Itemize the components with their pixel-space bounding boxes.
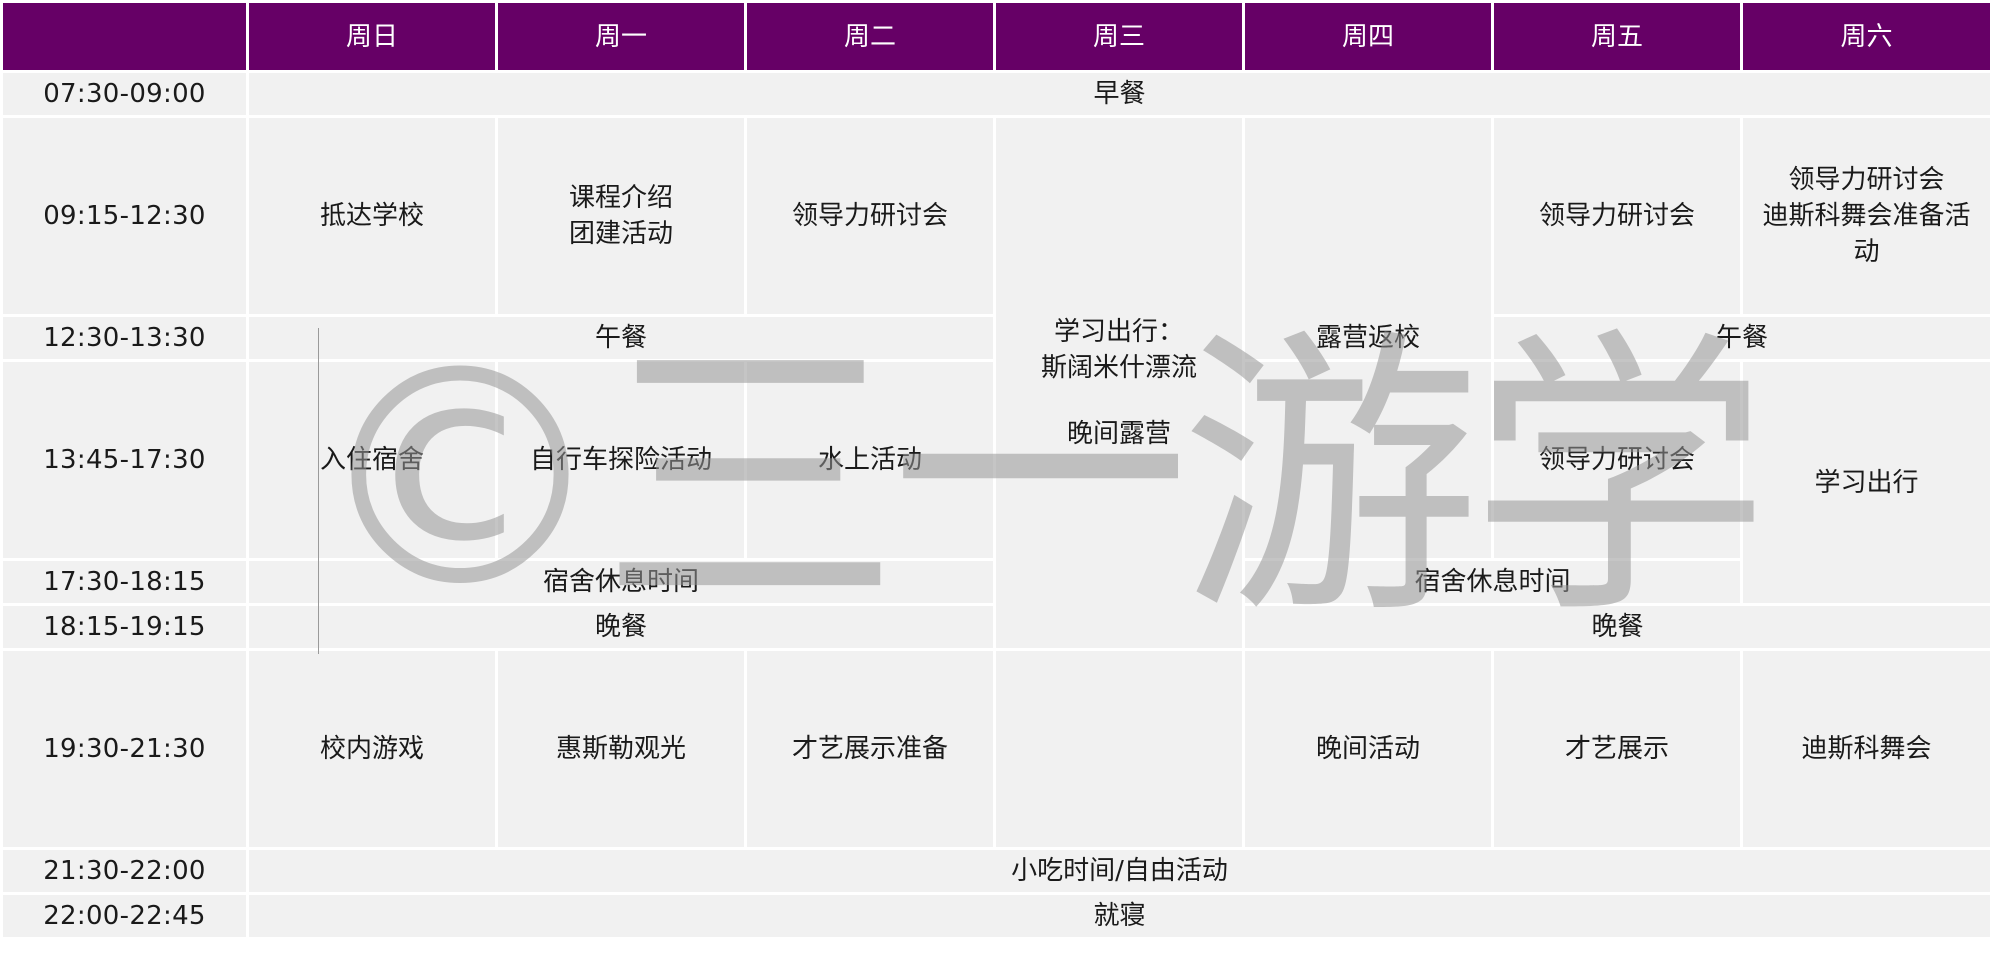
snack-cell: 小吃时间/自由活动 xyxy=(246,847,1990,895)
thursday-return-cell: 露营返校 xyxy=(1242,115,1494,362)
header-wednesday: 周三 xyxy=(993,0,1245,73)
time-cell: 17:30-18:15 xyxy=(0,558,249,606)
tuesday-morning-cell: 领导力研讨会 xyxy=(744,115,996,317)
wednesday-trip-cell: 学习出行： 斯阔米什漂流 晚间露营 xyxy=(993,115,1245,651)
row-breakfast: 07:30-09:00 早餐 xyxy=(0,70,1990,118)
wednesday-trip-line-2: 斯阔米什漂流 xyxy=(1040,353,1197,383)
saturday-evening-cell: 迪斯科舞会 xyxy=(1740,648,1990,850)
row-evening: 19:30-21:30 校内游戏 惠斯勒观光 才艺展示准备 晚间活动 才艺展示 … xyxy=(0,648,1990,850)
schedule-table: 周日 周一 周二 周三 周四 周五 周六 07:30-09:00 早餐 09:1… xyxy=(0,0,1990,940)
header-sunday: 周日 xyxy=(246,0,498,73)
saturday-morning-line-2: 迪斯科舞会准备活 xyxy=(1762,201,1971,231)
header-monday: 周一 xyxy=(495,0,747,73)
dinner-left-cell: 晚餐 xyxy=(246,603,996,651)
saturday-morning-cell: 领导力研讨会 迪斯科舞会准备活 动 xyxy=(1740,115,1990,317)
monday-morning-line-1: 课程介绍 xyxy=(568,183,673,213)
tuesday-afternoon-cell: 水上活动 xyxy=(744,359,996,561)
saturday-afternoon-cell: 学习出行 xyxy=(1740,359,1990,606)
time-cell: 07:30-09:00 xyxy=(0,70,249,118)
time-cell: 09:15-12:30 xyxy=(0,115,249,317)
monday-morning-line-2: 团建活动 xyxy=(568,219,673,249)
header-tuesday: 周二 xyxy=(744,0,996,73)
friday-afternoon-cell: 领导力研讨会 xyxy=(1491,359,1743,561)
time-cell: 22:00-22:45 xyxy=(0,892,249,940)
header-saturday: 周六 xyxy=(1740,0,1990,73)
wednesday-trip-line-3: 晚间露营 xyxy=(1066,419,1171,449)
time-cell: 21:30-22:00 xyxy=(0,847,249,895)
wednesday-trip-line-1: 学习出行： xyxy=(1053,317,1184,347)
time-cell: 12:30-13:30 xyxy=(0,314,249,362)
sleep-cell: 就寝 xyxy=(246,892,1990,940)
wednesday-evening-cell xyxy=(993,648,1245,850)
row-morning: 09:15-12:30 抵达学校 课程介绍 团建活动 领导力研讨会 学习出行： … xyxy=(0,115,1990,651)
saturday-morning-line-3: 动 xyxy=(1853,237,1880,267)
header-row: 周日 周一 周二 周三 周四 周五 周六 xyxy=(0,0,1990,73)
monday-evening-cell: 惠斯勒观光 xyxy=(495,648,747,850)
header-thursday: 周四 xyxy=(1242,0,1494,73)
rest-right-cell: 宿舍休息时间 xyxy=(1242,558,1743,606)
sunday-morning-cell: 抵达学校 xyxy=(246,115,498,317)
row-snack: 21:30-22:00 小吃时间/自由活动 xyxy=(0,847,1990,895)
time-cell: 18:15-19:15 xyxy=(0,603,249,651)
dinner-right-cell: 晚餐 xyxy=(1242,603,1990,651)
row-sleep: 22:00-22:45 就寝 xyxy=(0,892,1990,940)
lunch-left-cell: 午餐 xyxy=(246,314,996,362)
saturday-morning-line-1: 领导力研讨会 xyxy=(1788,165,1945,195)
breakfast-cell: 早餐 xyxy=(246,70,1990,118)
monday-morning-cell: 课程介绍 团建活动 xyxy=(495,115,747,317)
rest-left-cell: 宿舍休息时间 xyxy=(246,558,996,606)
lunch-right-cell: 午餐 xyxy=(1491,314,1990,362)
sunday-evening-cell: 校内游戏 xyxy=(246,648,498,850)
monday-afternoon-cell: 自行车探险活动 xyxy=(495,359,747,561)
divider-line xyxy=(318,328,319,654)
sunday-afternoon-cell: 入住宿舍 xyxy=(246,359,498,561)
thursday-afternoon-cell xyxy=(1242,359,1494,561)
friday-morning-cell: 领导力研讨会 xyxy=(1491,115,1743,317)
header-corner xyxy=(0,0,249,73)
header-friday: 周五 xyxy=(1491,0,1743,73)
time-cell: 19:30-21:30 xyxy=(0,648,249,850)
tuesday-evening-cell: 才艺展示准备 xyxy=(744,648,996,850)
thursday-evening-cell: 晚间活动 xyxy=(1242,648,1494,850)
time-cell: 13:45-17:30 xyxy=(0,359,249,561)
friday-evening-cell: 才艺展示 xyxy=(1491,648,1743,850)
